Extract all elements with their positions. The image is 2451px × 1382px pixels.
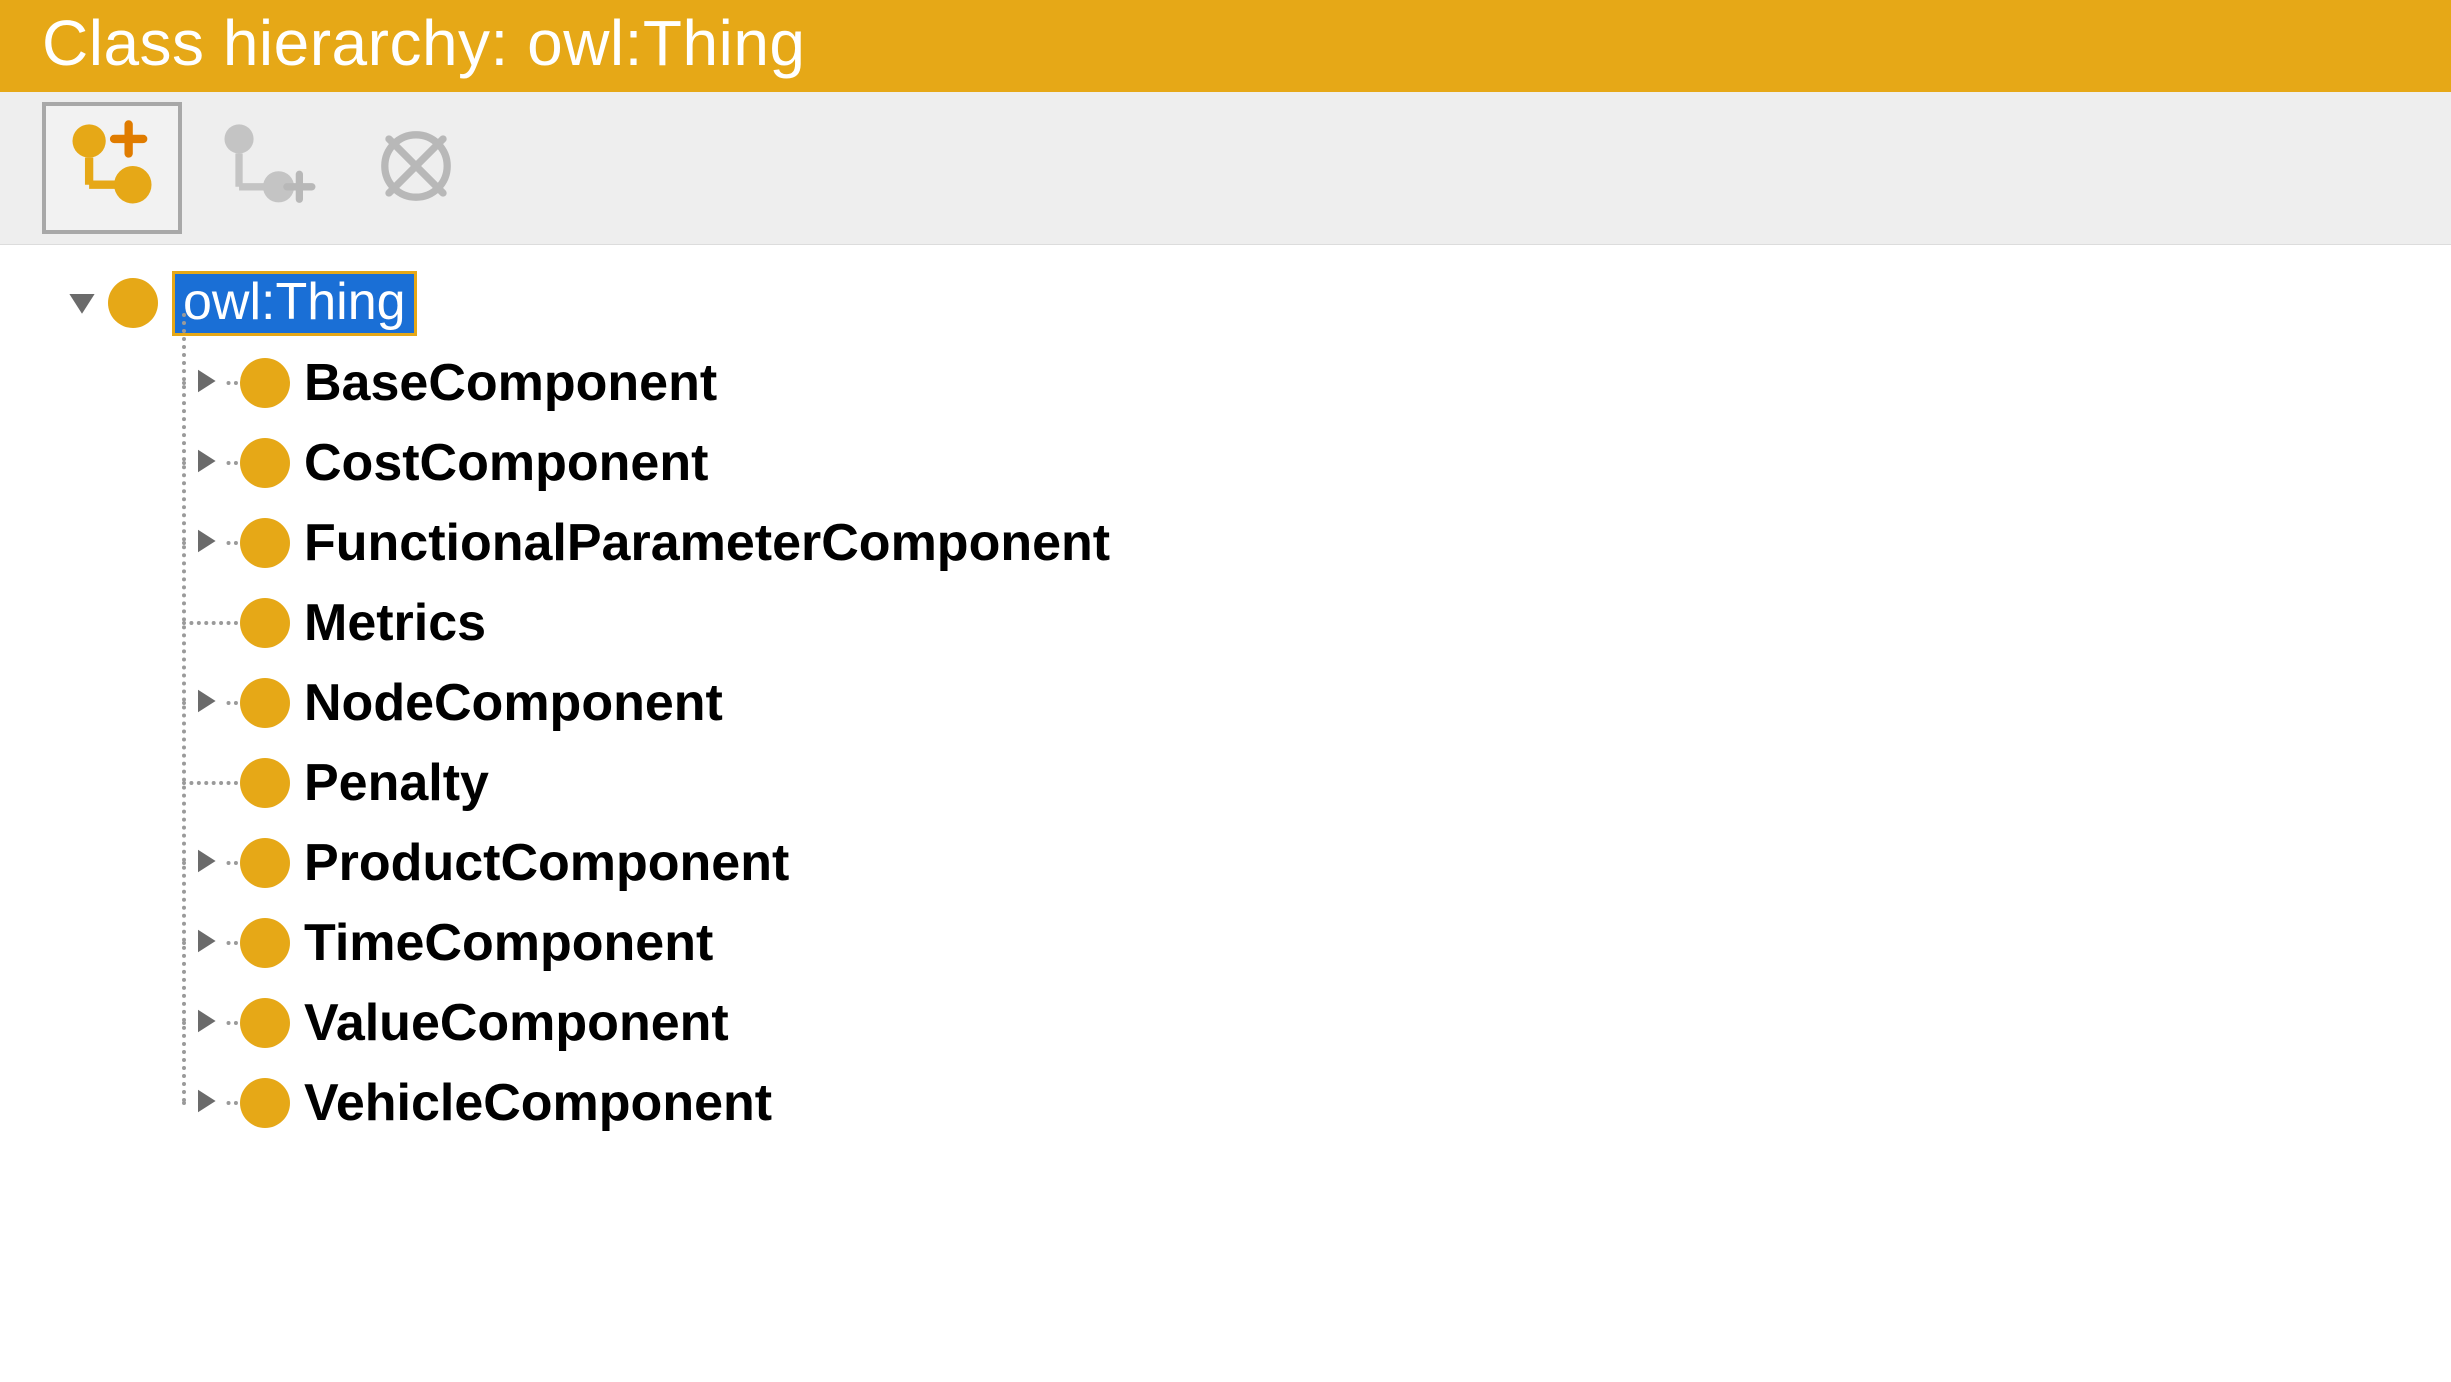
class-icon [240,918,290,968]
class-icon [240,1078,290,1128]
class-tree[interactable]: owl:Thing BaseComponent CostComponent Func… [0,245,2451,1143]
class-icon [240,438,290,488]
expander-icon[interactable] [188,445,224,482]
tree-node[interactable]: BaseComponent [164,343,2451,423]
tree-node-label: ProductComponent [304,836,789,891]
class-icon [240,678,290,728]
tree-node[interactable]: ValueComponent [164,983,2451,1063]
expander-slot[interactable] [164,925,228,962]
add-sub-class-button[interactable] [194,102,334,234]
expander-icon[interactable] [188,1085,224,1122]
tree-node[interactable]: Penalty [164,743,2451,823]
add-sub-class-icon [212,114,316,223]
expander-slot[interactable] [164,1085,228,1122]
tree-node-label: NodeComponent [304,676,723,731]
panel-title-bar: Class hierarchy: owl:Thing [0,0,2451,92]
tree-node-owl-thing[interactable]: owl:Thing [64,263,2451,343]
panel-title-text: Class hierarchy: owl:Thing [42,7,806,79]
tree-node[interactable]: ProductComponent [164,823,2451,903]
expander-slot[interactable] [164,685,228,722]
expander-owl-thing[interactable] [64,285,100,321]
class-icon [240,758,290,808]
delete-class-button[interactable] [346,102,486,234]
expander-slot[interactable] [164,445,228,482]
tree-children: BaseComponent CostComponent FunctionalPara… [164,343,2451,1143]
add-sibling-class-icon [60,114,164,223]
class-hierarchy-panel: Class hierarchy: owl:Thing [0,0,2451,1143]
expander-icon[interactable] [188,1005,224,1042]
tree-node[interactable]: Metrics [164,583,2451,663]
class-icon [240,998,290,1048]
expander-slot[interactable] [164,1005,228,1042]
tree-node[interactable]: TimeComponent [164,903,2451,983]
class-icon [240,838,290,888]
tree-node[interactable]: CostComponent [164,423,2451,503]
delete-class-icon [364,114,468,223]
expander-icon[interactable] [188,685,224,722]
tree-node-label: FunctionalParameterComponent [304,516,1110,571]
add-sibling-class-button[interactable] [42,102,182,234]
tree-node-label: Penalty [304,756,489,811]
tree-node[interactable]: VehicleComponent [164,1063,2451,1143]
expander-slot[interactable] [164,525,228,562]
expander-icon[interactable] [188,365,224,402]
tree-node-label: TimeComponent [304,916,713,971]
class-icon [240,518,290,568]
tree-node-label: CostComponent [304,436,708,491]
expander-slot[interactable] [164,365,228,402]
tree-node[interactable]: NodeComponent [164,663,2451,743]
toolbar [0,92,2451,245]
expander-slot[interactable] [164,845,228,882]
tree-node-label: Metrics [304,596,486,651]
expander-icon[interactable] [188,525,224,562]
tree-node-label: BaseComponent [304,356,717,411]
class-icon [108,278,158,328]
tree-node-label: ValueComponent [304,996,729,1051]
tree-node[interactable]: FunctionalParameterComponent [164,503,2451,583]
expander-icon[interactable] [188,845,224,882]
class-icon [240,598,290,648]
expander-icon[interactable] [188,925,224,962]
tree-node-label: VehicleComponent [304,1076,772,1131]
tree-node-label: owl:Thing [172,271,417,336]
class-icon [240,358,290,408]
